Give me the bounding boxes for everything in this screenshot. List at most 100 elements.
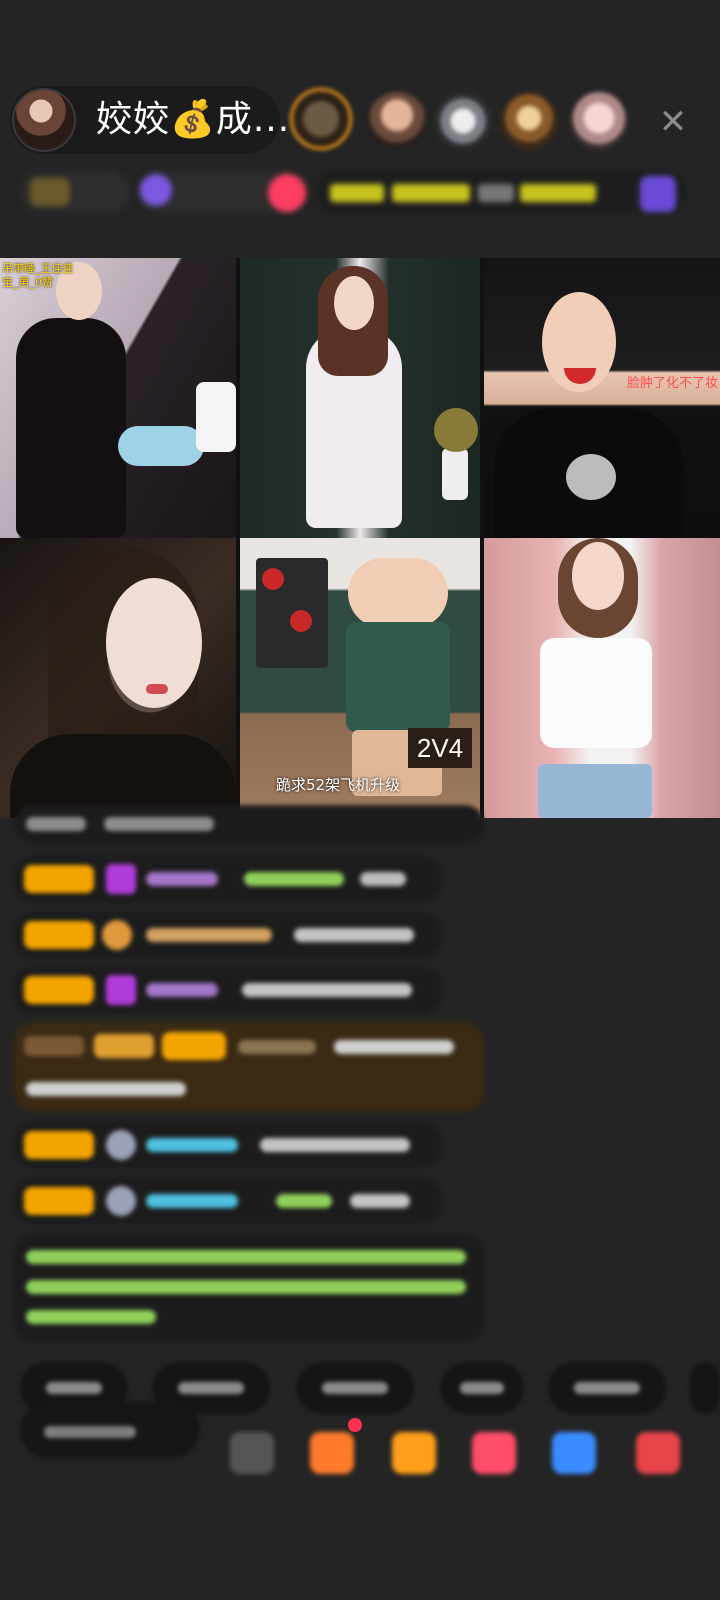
flower-vase: [442, 448, 468, 500]
chat-username: [146, 872, 218, 886]
user-avatar-icon: [106, 1186, 136, 1216]
viewer-avatar-5[interactable]: [570, 92, 628, 150]
chat-message-0[interactable]: [14, 805, 484, 843]
chat-text: [260, 1138, 410, 1152]
chat-username: [238, 1040, 316, 1054]
quick-chip-4[interactable]: [440, 1362, 524, 1414]
streamer-belly: [348, 558, 448, 628]
video-tile-1[interactable]: 吊带睡_王佳佳 宝_男_0赞: [0, 258, 236, 538]
user-avatar-icon: [106, 1130, 136, 1160]
multi-guest-video-grid: 吊带睡_王佳佳 宝_男_0赞 脸肿了化不了妆 2V4 跪求52架飞机升级: [0, 258, 720, 818]
heart-icon[interactable]: [472, 1432, 516, 1474]
fan-badge-icon: [102, 920, 132, 950]
chat-text: [26, 817, 86, 831]
tag-yellow-1: [330, 184, 384, 202]
system-notice: [14, 1234, 484, 1342]
notice-line: [26, 1280, 466, 1294]
chip-label: [46, 1382, 102, 1394]
level-badge: [24, 1131, 94, 1159]
quick-chip-3[interactable]: [296, 1362, 414, 1414]
chat-username: [146, 1194, 238, 1208]
lantern: [262, 568, 284, 590]
streamer-figure: [16, 318, 126, 538]
chat-username: [146, 983, 218, 997]
more-icon[interactable]: [636, 1432, 680, 1474]
tag-grey: [478, 184, 514, 202]
tile-3-caption: 脸肿了化不了妆: [626, 376, 718, 391]
notification-dot: [348, 1418, 362, 1432]
flowers: [434, 408, 478, 452]
rank-strip-icon: [30, 178, 70, 206]
chat-username: [146, 928, 272, 942]
level-badge: [24, 865, 94, 893]
viewer-avatar-4[interactable]: [500, 92, 558, 150]
quick-chip-5[interactable]: [548, 1362, 666, 1414]
chat-text: [294, 928, 414, 942]
chat-target: [244, 872, 344, 886]
streamer-face: [572, 542, 624, 610]
plush-toy: [118, 426, 204, 466]
tile-1-caption: 吊带睡_王佳佳 宝_男_0赞: [2, 262, 74, 289]
chat-message-5[interactable]: [14, 1122, 442, 1168]
video-tile-6[interactable]: [484, 538, 720, 818]
lantern: [290, 610, 312, 632]
viewer-avatar-1[interactable]: [290, 88, 352, 150]
tag-yellow-3: [520, 184, 596, 202]
tile-5-caption: 跪求52架飞机升级: [276, 776, 401, 794]
pillow: [196, 382, 236, 452]
gem-icon: [106, 975, 136, 1005]
red-heart-icon: [268, 174, 306, 212]
chat-text: [104, 817, 214, 831]
pk-score: 2V4: [408, 728, 472, 768]
viewer-avatar-2[interactable]: [368, 92, 426, 150]
chat-text: [350, 1194, 410, 1208]
chat-badge: [94, 1034, 154, 1058]
tag-yellow-2: [392, 184, 470, 202]
chat-username: [146, 1138, 238, 1152]
notice-line: [26, 1310, 156, 1324]
chat-message-6[interactable]: [14, 1178, 442, 1224]
close-icon[interactable]: ✕: [655, 104, 691, 140]
streamer-top: [540, 638, 652, 748]
quick-chip-6[interactable]: [690, 1362, 720, 1414]
chat-badge: [24, 1036, 84, 1056]
level-badge: [162, 1032, 226, 1060]
chat-message-3[interactable]: [14, 967, 442, 1013]
chat-message-4-highlight[interactable]: [14, 1022, 484, 1112]
streamer-jeans: [538, 764, 652, 818]
host-name[interactable]: 姣姣💰成...: [96, 98, 290, 142]
video-tile-2[interactable]: [240, 258, 480, 538]
gem-icon: [106, 864, 136, 894]
level-badge: [24, 976, 94, 1004]
video-tile-4[interactable]: [0, 538, 236, 818]
level-badge: [24, 1187, 94, 1215]
level-badge: [24, 921, 94, 949]
gift-box-icon[interactable]: [310, 1432, 354, 1474]
hot-icon: [140, 174, 172, 206]
chat-message-1[interactable]: [14, 856, 442, 902]
chat-text: [26, 1082, 186, 1096]
chat-message-2[interactable]: [14, 912, 442, 958]
chip-label: [322, 1382, 388, 1394]
streamer-shorts: [346, 622, 450, 732]
host-avatar[interactable]: [12, 88, 76, 152]
gift-icon[interactable]: [392, 1432, 436, 1474]
notice-line: [26, 1250, 466, 1264]
viewer-avatar-3[interactable]: [434, 92, 492, 150]
streamer-face: [334, 276, 374, 330]
video-tile-3[interactable]: 脸肿了化不了妆: [484, 258, 720, 538]
chip-label: [178, 1382, 244, 1394]
emoji-icon[interactable]: [230, 1432, 274, 1474]
share-icon[interactable]: [552, 1432, 596, 1474]
chat-text: [334, 1040, 454, 1054]
chat-text: [360, 872, 406, 886]
chat-text: [242, 983, 412, 997]
shirt-print: [566, 454, 616, 500]
chat-target: [276, 1194, 332, 1208]
chip-label: [460, 1382, 504, 1394]
chip-label: [574, 1382, 640, 1394]
tag-end-icon: [640, 176, 676, 212]
comment-placeholder: [44, 1426, 136, 1438]
streamer-lips: [146, 684, 168, 694]
video-tile-5[interactable]: 2V4 跪求52架飞机升级: [240, 538, 480, 818]
